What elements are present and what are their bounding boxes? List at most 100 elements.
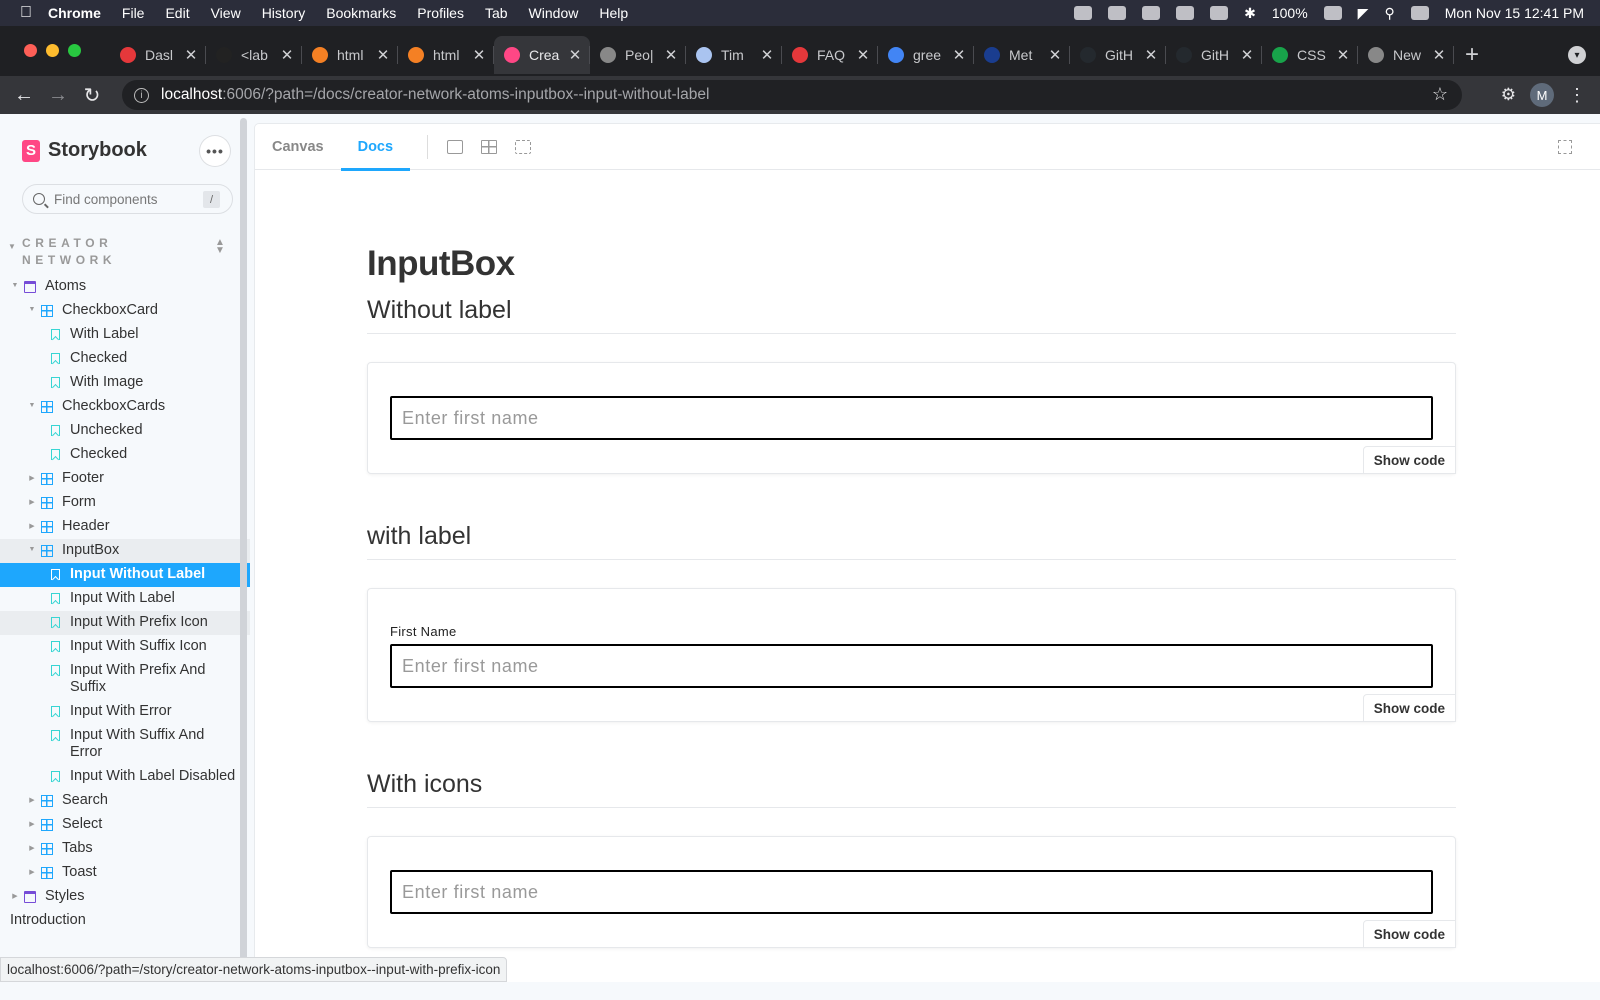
weather-icon[interactable] (1142, 6, 1161, 20)
browser-tab[interactable]: Crea ✕ (494, 36, 590, 74)
sidebar-item-story[interactable]: Checked (0, 347, 250, 371)
browser-tab[interactable]: GitH ✕ (1070, 36, 1166, 74)
sidebar-item-story[interactable]: Input With Prefix Icon (0, 611, 250, 635)
sidebar-item-component[interactable]: ▼ CheckboxCards (0, 395, 250, 419)
sidebar-item-story[interactable]: Input Without Label (0, 563, 250, 587)
sidebar-item-story[interactable]: Unchecked (0, 419, 250, 443)
close-tab-icon[interactable]: ✕ (1432, 46, 1446, 64)
close-tab-icon[interactable]: ✕ (664, 46, 678, 64)
browser-tab[interactable]: Peo| ✕ (590, 36, 686, 74)
sidebar-item-component[interactable]: ▼ CheckboxCard (0, 299, 250, 323)
browser-tab[interactable]: CSS ✕ (1262, 36, 1358, 74)
first-name-input[interactable]: Enter first name (390, 396, 1433, 440)
browser-tab[interactable]: FAQ ✕ (782, 36, 878, 74)
sidebar-item-story[interactable]: Input With Label (0, 587, 250, 611)
wifi-icon[interactable]: ◤ (1358, 5, 1369, 22)
sidebar-item-component[interactable]: ▶ Tabs (0, 837, 250, 861)
sidebar-item-story[interactable]: With Image (0, 371, 250, 395)
menu-chrome[interactable]: Chrome (48, 5, 101, 21)
sidebar-scrollbar[interactable] (240, 118, 247, 980)
sidebar-item-component[interactable]: ▶ Form (0, 491, 250, 515)
sidebar-item-story[interactable]: Input With Error (0, 700, 250, 724)
new-tab-button[interactable]: + (1454, 36, 1490, 74)
browser-tab[interactable]: New ✕ (1358, 36, 1454, 74)
sidebar-item-component[interactable]: ▶ Header (0, 515, 250, 539)
clock[interactable]: Mon Nov 15 12:41 PM (1445, 5, 1584, 21)
close-window-button[interactable] (24, 44, 37, 57)
browser-tab[interactable]: Tim ✕ (686, 36, 782, 74)
address-bar[interactable]: i localhost:6006/?path=/docs/creator-net… (122, 80, 1462, 110)
spotlight-search-icon[interactable]: ⚲ (1384, 5, 1394, 22)
sidebar-item-folder[interactable]: ▶ Styles (0, 885, 250, 909)
browser-tab[interactable]: gree ✕ (878, 36, 974, 74)
browser-tab[interactable]: html ✕ (398, 36, 494, 74)
browser-tab[interactable]: Dasl ✕ (110, 36, 206, 74)
sidebar-item-story[interactable]: Checked (0, 443, 250, 467)
sidebar-item-story[interactable]: Input With Label Disabled (0, 765, 250, 789)
fullscreen-icon[interactable] (1558, 140, 1572, 154)
extensions-icon[interactable]: ⚙ (1501, 85, 1516, 105)
sidebar-item-story[interactable]: Input With Suffix Icon (0, 635, 250, 659)
close-tab-icon[interactable]: ✕ (1144, 46, 1158, 64)
menu-view[interactable]: View (211, 5, 241, 21)
forward-icon[interactable]: → (41, 84, 75, 107)
bookmark-star-icon[interactable]: ☆ (1432, 84, 1448, 105)
sidebar-item-component[interactable]: ▶ Footer (0, 467, 250, 491)
expand-all-icon[interactable]: ▲ ▼ (215, 238, 225, 256)
profile-avatar[interactable]: M (1530, 83, 1554, 107)
minimize-window-button[interactable] (46, 44, 59, 57)
zoom-window-button[interactable] (68, 44, 81, 57)
show-code-button[interactable]: Show code (1362, 694, 1456, 722)
sidebar-item-story[interactable]: Input With Prefix And Suffix (0, 659, 250, 700)
bluetooth-icon[interactable]: ✱ (1244, 5, 1256, 22)
group-header-creator-network[interactable]: ▼ CREATOR NETWORK (8, 235, 132, 269)
cloud-sync-icon[interactable] (1176, 6, 1195, 20)
reload-icon[interactable]: ↻ (75, 83, 109, 108)
close-tab-icon[interactable]: ✕ (1336, 46, 1350, 64)
browser-tab[interactable]: <lab ✕ (206, 36, 302, 74)
tab-docs[interactable]: Docs (340, 124, 411, 171)
first-name-input[interactable]: Enter first name (390, 644, 1433, 688)
show-code-button[interactable]: Show code (1362, 446, 1456, 474)
sidebar-item-story[interactable]: With Label (0, 323, 250, 347)
control-center-icon[interactable] (1410, 6, 1429, 20)
tab-search-icon[interactable]: ▾ (1568, 46, 1586, 64)
zoom-icon[interactable] (1074, 6, 1093, 20)
browser-tab[interactable]: GitH ✕ (1166, 36, 1262, 74)
close-tab-icon[interactable]: ✕ (856, 46, 870, 64)
sidebar-menu-button[interactable]: ••• (200, 136, 230, 166)
back-icon[interactable]: ← (7, 84, 41, 107)
storybook-brand[interactable]: S Storybook (22, 139, 147, 162)
sidebar-item-folder[interactable]: ▼ Atoms (0, 275, 250, 299)
menu-history[interactable]: History (262, 5, 306, 21)
sidebar-item-doc[interactable]: Introduction (0, 909, 250, 933)
binoculars-icon[interactable] (1108, 6, 1127, 20)
grid-icon[interactable] (481, 139, 498, 154)
menu-profiles[interactable]: Profiles (417, 5, 464, 21)
sidebar-item-component[interactable]: ▼ InputBox (0, 539, 250, 563)
sidebar-item-component[interactable]: ▶ Select (0, 813, 250, 837)
chrome-menu-icon[interactable]: ⋮ (1568, 85, 1586, 106)
close-tab-icon[interactable]: ✕ (376, 46, 390, 64)
close-tab-icon[interactable]: ✕ (1240, 46, 1254, 64)
sidebar-item-story[interactable]: Input With Suffix And Error (0, 724, 250, 765)
close-tab-icon[interactable]: ✕ (1048, 46, 1062, 64)
show-code-button[interactable]: Show code (1362, 920, 1456, 948)
first-name-input[interactable]: Enter first name (390, 870, 1433, 914)
tab-canvas[interactable]: Canvas (255, 124, 341, 170)
site-info-icon[interactable]: i (134, 87, 149, 103)
audio-icon[interactable] (1210, 6, 1229, 20)
close-tab-icon[interactable]: ✕ (952, 46, 966, 64)
sidebar-item-component[interactable]: ▶ Search (0, 789, 250, 813)
menu-file[interactable]: File (122, 5, 145, 21)
sidebar-item-component[interactable]: ▶ Toast (0, 861, 250, 885)
menu-tab[interactable]: Tab (485, 5, 508, 21)
background-image-icon[interactable] (447, 139, 464, 154)
browser-tab[interactable]: html ✕ (302, 36, 398, 74)
close-tab-icon[interactable]: ✕ (760, 46, 774, 64)
menu-bookmarks[interactable]: Bookmarks (326, 5, 396, 21)
battery-icon[interactable] (1323, 6, 1342, 20)
menu-edit[interactable]: Edit (165, 5, 189, 21)
outline-icon[interactable] (515, 139, 532, 154)
menu-window[interactable]: Window (529, 5, 579, 21)
